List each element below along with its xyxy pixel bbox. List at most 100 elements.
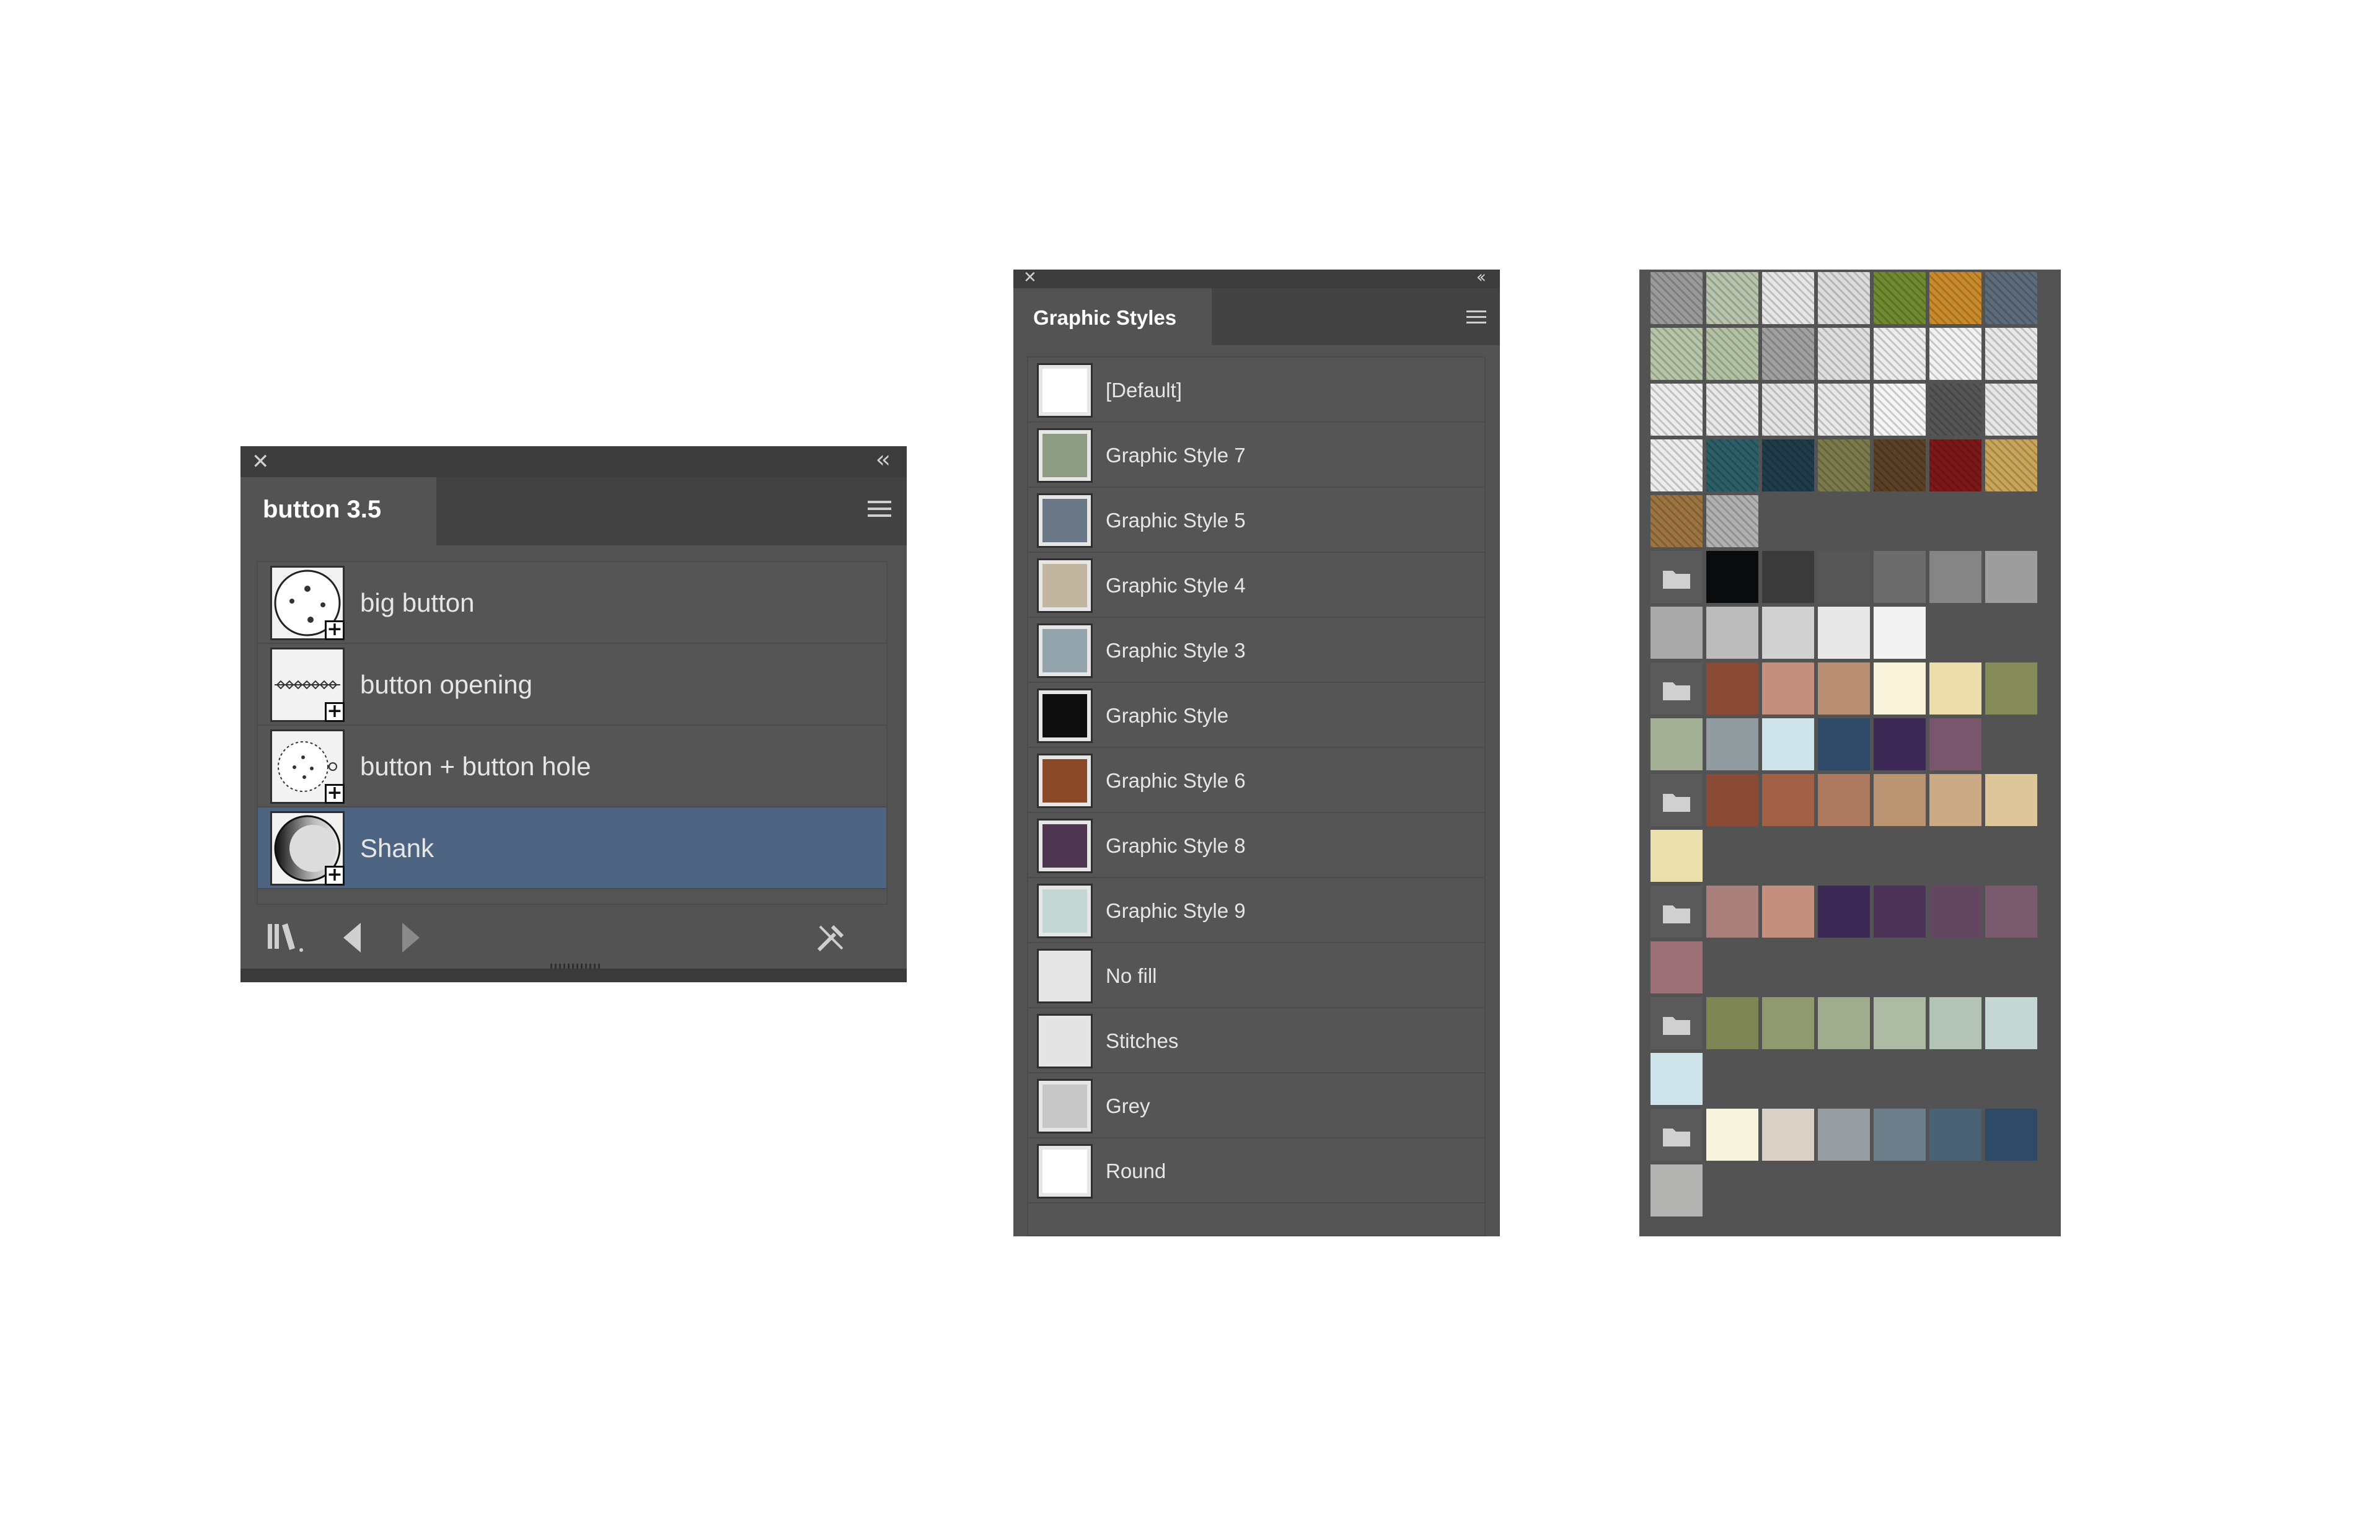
list-item[interactable]: Graphic Style 9 [1028,878,1484,943]
color-swatch[interactable] [1651,830,1703,882]
close-icon[interactable]: ✕ [1023,270,1037,286]
list-item[interactable]: + Shank [258,807,886,889]
color-swatch[interactable] [1706,1109,1758,1161]
color-swatch[interactable] [1706,886,1758,938]
swatch-group-folder[interactable] [1651,886,1703,938]
pattern-swatch[interactable] [1929,439,1981,491]
color-swatch[interactable] [1651,941,1703,993]
break-link-icon[interactable] [814,920,848,957]
color-swatch[interactable] [1985,886,2037,938]
pattern-swatch[interactable] [1706,328,1758,380]
color-swatch[interactable] [1874,718,1926,770]
list-item[interactable]: Graphic Style 3 [1028,618,1484,683]
color-swatch[interactable] [1985,551,2037,603]
panel-menu-icon[interactable] [1466,310,1486,323]
collapse-panel-icon[interactable]: ‹‹ [1476,268,1487,286]
pattern-swatch[interactable] [1985,328,2037,380]
pattern-swatch[interactable] [1762,272,1814,324]
pattern-swatch[interactable] [1874,384,1926,436]
color-swatch[interactable] [1651,1053,1703,1105]
color-swatch[interactable] [1762,718,1814,770]
color-swatch[interactable] [1985,1109,2037,1161]
color-swatch[interactable] [1818,774,1870,826]
color-swatch[interactable] [1874,774,1926,826]
pattern-swatch[interactable] [1651,328,1703,380]
color-swatch[interactable] [1818,997,1870,1049]
color-swatch[interactable] [1818,607,1870,659]
list-item[interactable]: [Default] [1028,358,1484,423]
color-swatch[interactable] [1818,1109,1870,1161]
color-swatch[interactable] [1985,662,2037,715]
list-item[interactable]: Graphic Style 5 [1028,488,1484,553]
color-swatch[interactable] [1706,607,1758,659]
color-swatch[interactable] [1762,607,1814,659]
pattern-swatch[interactable] [1651,272,1703,324]
list-item[interactable]: Graphic Style 4 [1028,553,1484,618]
color-swatch[interactable] [1929,774,1981,826]
color-swatch[interactable] [1762,997,1814,1049]
list-item[interactable]: Grey [1028,1073,1484,1138]
list-item[interactable]: + big button [258,562,886,644]
color-swatch[interactable] [1762,662,1814,715]
list-item[interactable]: Stitches [1028,1008,1484,1073]
color-swatch[interactable] [1929,997,1981,1049]
list-item[interactable]: Graphic Style 6 [1028,748,1484,813]
color-swatch[interactable] [1929,1109,1981,1161]
pattern-swatch[interactable] [1985,439,2037,491]
color-swatch[interactable] [1762,774,1814,826]
pattern-swatch[interactable] [1818,384,1870,436]
list-item[interactable]: Graphic Style 8 [1028,813,1484,878]
color-swatch[interactable] [1874,1109,1926,1161]
pattern-swatch[interactable] [1762,328,1814,380]
color-swatch[interactable] [1818,718,1870,770]
color-swatch[interactable] [1706,551,1758,603]
color-swatch[interactable] [1706,718,1758,770]
pattern-swatch[interactable] [1706,272,1758,324]
next-library-icon[interactable] [399,920,423,957]
list-item[interactable]: Round [1028,1138,1484,1203]
color-swatch[interactable] [1929,886,1981,938]
color-swatch[interactable] [1818,551,1870,603]
pattern-swatch[interactable] [1818,439,1870,491]
pattern-swatch[interactable] [1706,384,1758,436]
collapse-panel-icon[interactable]: ‹‹ [876,447,891,471]
color-swatch[interactable] [1706,774,1758,826]
list-item[interactable]: No fill [1028,943,1484,1008]
swatch-group-folder[interactable] [1651,1109,1703,1161]
color-swatch[interactable] [1929,718,1981,770]
pattern-swatch[interactable] [1651,495,1703,547]
color-swatch[interactable] [1762,886,1814,938]
pattern-swatch[interactable] [1929,272,1981,324]
previous-library-icon[interactable] [340,920,364,957]
color-swatch[interactable] [1651,607,1703,659]
pattern-swatch[interactable] [1651,384,1703,436]
pattern-swatch[interactable] [1651,439,1703,491]
list-item[interactable]: + button opening [258,644,886,726]
color-swatch[interactable] [1651,718,1703,770]
swatch-group-folder[interactable] [1651,997,1703,1049]
color-swatch[interactable] [1874,551,1926,603]
list-item[interactable]: Graphic Style 7 [1028,423,1484,488]
pattern-swatch[interactable] [1874,272,1926,324]
pattern-swatch[interactable] [1874,439,1926,491]
pattern-swatch[interactable] [1874,328,1926,380]
list-item[interactable]: + button + button hole [258,726,886,807]
swatch-group-folder[interactable] [1651,774,1703,826]
pattern-swatch[interactable] [1929,384,1981,436]
list-item[interactable]: Graphic Style [1028,683,1484,748]
color-swatch[interactable] [1818,886,1870,938]
panel-menu-icon[interactable] [868,501,891,517]
color-swatch[interactable] [1929,551,1981,603]
pattern-swatch[interactable] [1762,384,1814,436]
tab-graphic-styles[interactable]: Graphic Styles [1013,288,1212,345]
swatch-group-folder[interactable] [1651,551,1703,603]
color-swatch[interactable] [1874,886,1926,938]
pattern-swatch[interactable] [1985,384,2037,436]
color-swatch[interactable] [1874,607,1926,659]
pattern-swatch[interactable] [1818,328,1870,380]
close-icon[interactable]: ✕ [252,451,270,472]
color-swatch[interactable] [1762,1109,1814,1161]
color-swatch[interactable] [1874,662,1926,715]
pattern-swatch[interactable] [1818,272,1870,324]
tab-symbol-library[interactable]: button 3.5 [240,477,436,545]
